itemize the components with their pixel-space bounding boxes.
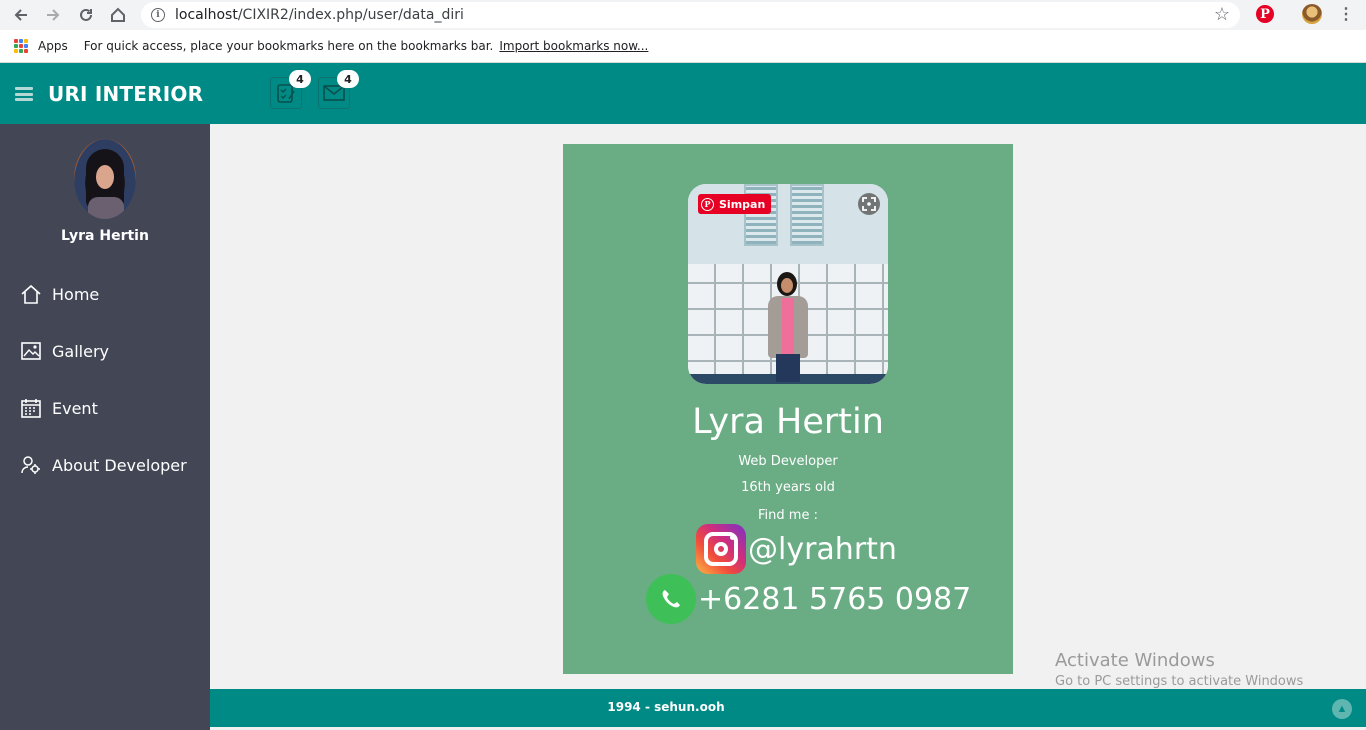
browser-menu-icon[interactable]: ⋮ <box>1338 4 1354 24</box>
phone-number[interactable]: +6281 5765 0987 <box>698 582 971 617</box>
watermark-subtitle: Go to PC settings to activate Windows <box>1055 674 1304 689</box>
tasks-button[interactable]: 4 <box>270 70 311 109</box>
profile-age: 16th years old <box>741 480 835 495</box>
url-text: localhost/CIXIR2/index.php/user/data_dir… <box>175 7 464 23</box>
mail-badge: 4 <box>337 70 359 88</box>
avatar <box>74 139 136 219</box>
reload-button[interactable] <box>70 0 102 30</box>
bookmarks-bar: Apps For quick access, place your bookma… <box>0 30 1366 63</box>
bookmark-star-icon[interactable]: ☆ <box>1214 4 1230 25</box>
apps-link[interactable]: Apps <box>38 39 68 53</box>
chevron-up-icon: ▲ <box>1336 703 1348 715</box>
sidebar-item-event[interactable]: Event <box>0 388 210 428</box>
back-button[interactable] <box>5 0 37 30</box>
developer-icon <box>19 453 43 477</box>
sidebar-item-about-developer[interactable]: About Developer <box>0 445 210 485</box>
profile-role: Web Developer <box>738 454 838 469</box>
pinterest-icon: P <box>701 197 714 211</box>
profile-name: Lyra Hertin <box>692 402 884 442</box>
house-icon <box>111 7 125 22</box>
sidebar: Lyra Hertin Home Gallery Event About Dev… <box>0 124 210 730</box>
sidebar-item-gallery[interactable]: Gallery <box>0 331 210 371</box>
pinterest-save-label: Simpan <box>719 197 766 211</box>
browser-toolbar: i localhost/CIXIR2/index.php/user/data_d… <box>0 0 1366 30</box>
bookmarks-hint: For quick access, place your bookmarks h… <box>83 39 494 53</box>
scroll-to-top-button[interactable]: ▲ <box>1332 699 1352 719</box>
arrow-right-icon <box>47 9 60 21</box>
sidebar-item-label: Event <box>52 398 98 418</box>
phone-row[interactable]: +6281 5765 0987 <box>646 574 971 624</box>
apps-grid-icon[interactable] <box>14 39 28 53</box>
sidebar-item-label: About Developer <box>52 455 187 475</box>
instagram-handle[interactable]: @lyrahrtn <box>748 532 897 567</box>
expand-icon[interactable] <box>858 193 880 215</box>
browser-profile-avatar[interactable] <box>1302 4 1322 24</box>
address-bar[interactable]: i localhost/CIXIR2/index.php/user/data_d… <box>141 2 1240 28</box>
instagram-row[interactable]: @lyrahrtn <box>696 524 897 574</box>
home-browser-button[interactable] <box>102 0 134 30</box>
find-me-label: Find me : <box>758 508 818 523</box>
profile-card: P Simpan Lyra Hertin Web Developer 16th … <box>563 144 1013 674</box>
pinterest-save-button[interactable]: P Simpan <box>698 194 772 214</box>
hamburger-menu-icon[interactable] <box>15 87 33 101</box>
url-path: /CIXIR2/index.php/user/data_diri <box>237 7 464 23</box>
sidebar-user-name: Lyra Hertin <box>61 228 149 244</box>
forward-button[interactable] <box>37 0 69 30</box>
mail-button[interactable]: 4 <box>318 70 359 109</box>
watermark-title: Activate Windows <box>1055 650 1215 671</box>
sidebar-item-label: Home <box>52 284 100 304</box>
site-info-icon[interactable]: i <box>151 8 165 22</box>
footer: 1994 - sehun.ooh ▲ <box>210 689 1366 727</box>
windows-activation-watermark: Activate Windows Go to PC settings to ac… <box>1055 650 1303 689</box>
import-bookmarks-link[interactable]: Import bookmarks now... <box>499 39 648 53</box>
arrow-left-icon <box>14 9 27 21</box>
sidebar-item-label: Gallery <box>52 341 109 361</box>
footer-text: 1994 - sehun.ooh <box>607 700 725 714</box>
home-icon <box>19 282 43 306</box>
reload-icon <box>80 8 92 21</box>
app-header: URI INTERIOR 4 4 <box>0 63 1366 124</box>
calendar-icon <box>19 396 43 420</box>
profile-photo: P Simpan <box>688 184 888 384</box>
pinterest-extension-icon[interactable]: P <box>1256 5 1274 23</box>
gallery-icon <box>19 339 43 363</box>
url-host: localhost <box>175 7 238 23</box>
instagram-icon <box>696 524 746 574</box>
sidebar-item-home[interactable]: Home <box>0 274 210 314</box>
tasks-badge: 4 <box>289 70 311 88</box>
whatsapp-icon <box>646 574 696 624</box>
brand-title[interactable]: URI INTERIOR <box>48 82 203 106</box>
